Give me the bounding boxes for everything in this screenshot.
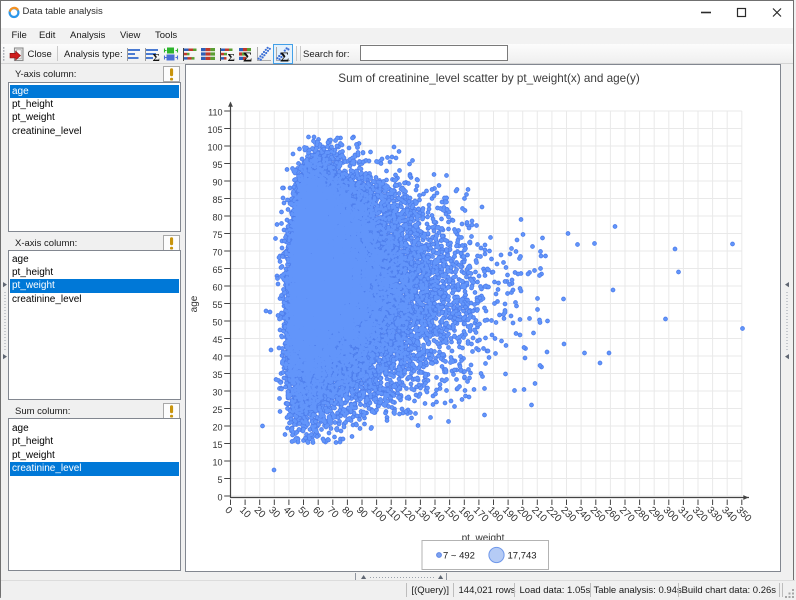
svg-text:55: 55	[212, 300, 222, 310]
svg-text:95: 95	[212, 160, 222, 170]
svg-text:60: 60	[310, 505, 326, 521]
svg-text:Σ: Σ	[153, 52, 160, 62]
svg-text:15: 15	[212, 440, 222, 450]
svg-text:85: 85	[212, 195, 222, 205]
svg-text:90: 90	[354, 505, 370, 521]
svg-text:70: 70	[212, 247, 222, 257]
svg-text:45: 45	[212, 335, 222, 345]
svg-text:100: 100	[207, 142, 222, 152]
svg-text:35: 35	[212, 370, 222, 380]
svg-text:105: 105	[207, 125, 222, 135]
svg-text:5: 5	[217, 475, 222, 485]
svg-text:0: 0	[222, 505, 234, 517]
svg-text:70: 70	[325, 505, 341, 521]
svg-text:50: 50	[212, 317, 222, 327]
svg-text:60: 60	[212, 282, 222, 292]
svg-text:0: 0	[217, 492, 222, 502]
svg-text:75: 75	[212, 230, 222, 240]
svg-text:30: 30	[266, 505, 282, 521]
svg-text:90: 90	[212, 177, 222, 187]
svg-text:30: 30	[212, 387, 222, 397]
svg-text:10: 10	[237, 505, 253, 521]
svg-text:10: 10	[212, 457, 222, 467]
svg-text:Σ: Σ	[280, 51, 289, 63]
svg-text:50: 50	[295, 505, 311, 521]
svg-text:80: 80	[212, 212, 222, 222]
svg-text:Σ: Σ	[243, 51, 252, 63]
svg-text:110: 110	[208, 107, 222, 117]
svg-text:80: 80	[339, 505, 355, 521]
svg-text:25: 25	[212, 405, 222, 415]
svg-text:age: age	[189, 295, 200, 312]
svg-text:7 ~ 492: 7 ~ 492	[443, 551, 475, 562]
svg-text:17,743: 17,743	[508, 551, 537, 562]
svg-text:Σ: Σ	[228, 52, 235, 62]
svg-text:350: 350	[734, 505, 754, 525]
svg-text:110: 110	[383, 505, 402, 524]
svg-text:65: 65	[212, 265, 222, 275]
svg-text:Sum of creatinine_level scatte: Sum of creatinine_level scatter by pt_we…	[338, 72, 640, 85]
svg-text:20: 20	[212, 422, 222, 432]
svg-text:40: 40	[281, 505, 297, 521]
svg-text:40: 40	[212, 352, 222, 362]
svg-text:20: 20	[252, 505, 268, 521]
